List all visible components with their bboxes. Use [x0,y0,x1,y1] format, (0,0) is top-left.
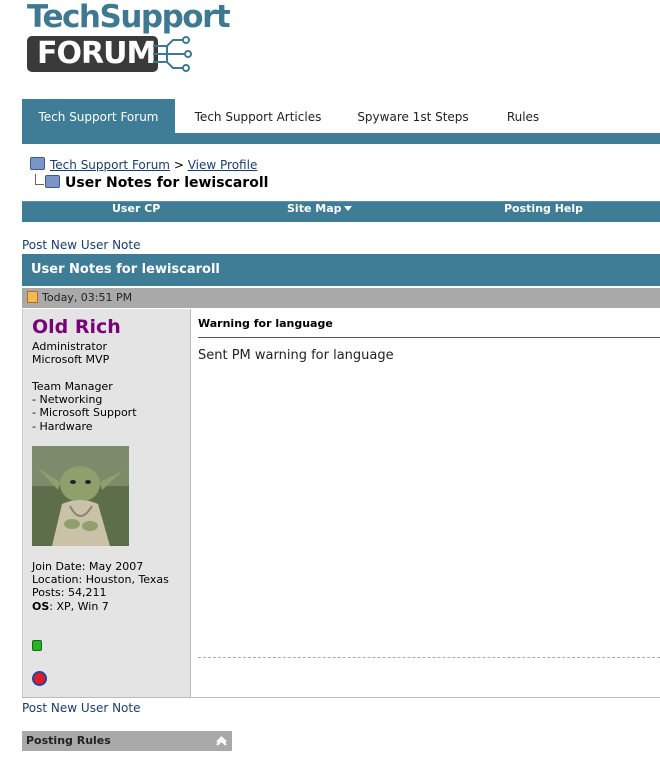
page-title: User Notes for lewiscaroll [65,175,269,191]
username-link[interactable]: Old Rich [32,316,121,338]
user-location: Location: Houston, Texas [32,573,169,586]
user-team-microsoft-support: - Microsoft Support [32,406,137,419]
signature-divider [198,657,660,658]
posting-rules-title: Posting Rules [26,734,111,747]
user-avatar[interactable] [32,446,129,546]
user-os: OS: XP, Win 7 [32,600,109,613]
post-new-user-note-link-bottom[interactable]: Post New User Note [22,701,140,715]
logo-forum-box: FORUM [27,36,158,72]
notes-header: User Notes for lewiscaroll [22,254,660,286]
user-post-count: Posts: 54,211 [32,586,107,599]
user-note-post: Old Rich Administrator Microsoft MVP Tea… [22,309,660,698]
tab-spyware-1st-steps[interactable]: Spyware 1st Steps [351,99,475,133]
user-team-hardware: - Hardware [32,420,93,433]
nav-site-map-label: Site Map [287,202,342,215]
post-new-user-note-link-top[interactable]: Post New User Note [22,238,140,252]
logo-text-forum: FORUM [37,36,156,71]
nav-user-cp[interactable]: User CP [112,202,160,222]
tree-branch-icon [35,174,44,185]
forum-folder-icon[interactable] [30,157,45,170]
tab-bar-stripe [22,133,660,144]
nav-posting-help-label: Posting Help [504,202,584,215]
reputation-icon[interactable] [32,671,47,686]
circuit-icon [153,36,192,72]
user-join-date: Join Date: May 2007 [32,560,144,573]
tab-tech-support-articles[interactable]: Tech Support Articles [185,99,331,133]
posting-rules-bar: Posting Rules [22,731,232,751]
post-date-bar: Today, 03:51 PM [22,288,660,308]
user-team-networking: - Networking [32,393,103,406]
note-divider [198,337,660,338]
notes-header-title: User Notes for lewiscaroll [31,262,220,277]
nav-user-cp-label: User CP [112,202,161,215]
collapse-icon[interactable] [215,734,228,747]
user-title-mvp: Microsoft MVP [32,353,110,366]
online-status-icon [32,640,42,651]
user-role: Team Manager [32,380,113,393]
breadcrumb-separator: > [173,158,184,172]
caret-down-icon [344,206,353,211]
note-content: Warning for language Sent PM warning for… [198,309,660,697]
open-folder-icon [45,175,60,188]
breadcrumb-forum-link[interactable]: Tech Support Forum [50,158,170,172]
note-title: Warning for language [198,317,333,330]
site-logo[interactable]: TechSupport FORUM [27,0,231,78]
nav-bar: User CP Site Map Posting Help [22,201,660,222]
tab-rules[interactable]: Rules [495,99,551,133]
user-info-panel: Old Rich Administrator Microsoft MVP Tea… [22,309,191,697]
yoda-avatar-image [32,446,129,546]
user-os-label: OS [32,600,50,613]
post-date: Today, 03:51 PM [42,291,133,304]
logo-text-techsupport: TechSupport [27,0,231,35]
post-icon [27,291,38,303]
user-os-value: : XP, Win 7 [49,600,109,613]
nav-site-map[interactable]: Site Map [287,202,353,222]
nav-posting-help[interactable]: Posting Help [504,202,583,222]
main-tab-bar: Tech Support Forum Tech Support Articles… [22,99,660,144]
breadcrumb-view-profile-link[interactable]: View Profile [188,158,258,172]
note-body: Sent PM warning for language [198,348,394,363]
tab-tech-support-forum[interactable]: Tech Support Forum [22,99,175,133]
user-title-administrator: Administrator [32,340,107,353]
